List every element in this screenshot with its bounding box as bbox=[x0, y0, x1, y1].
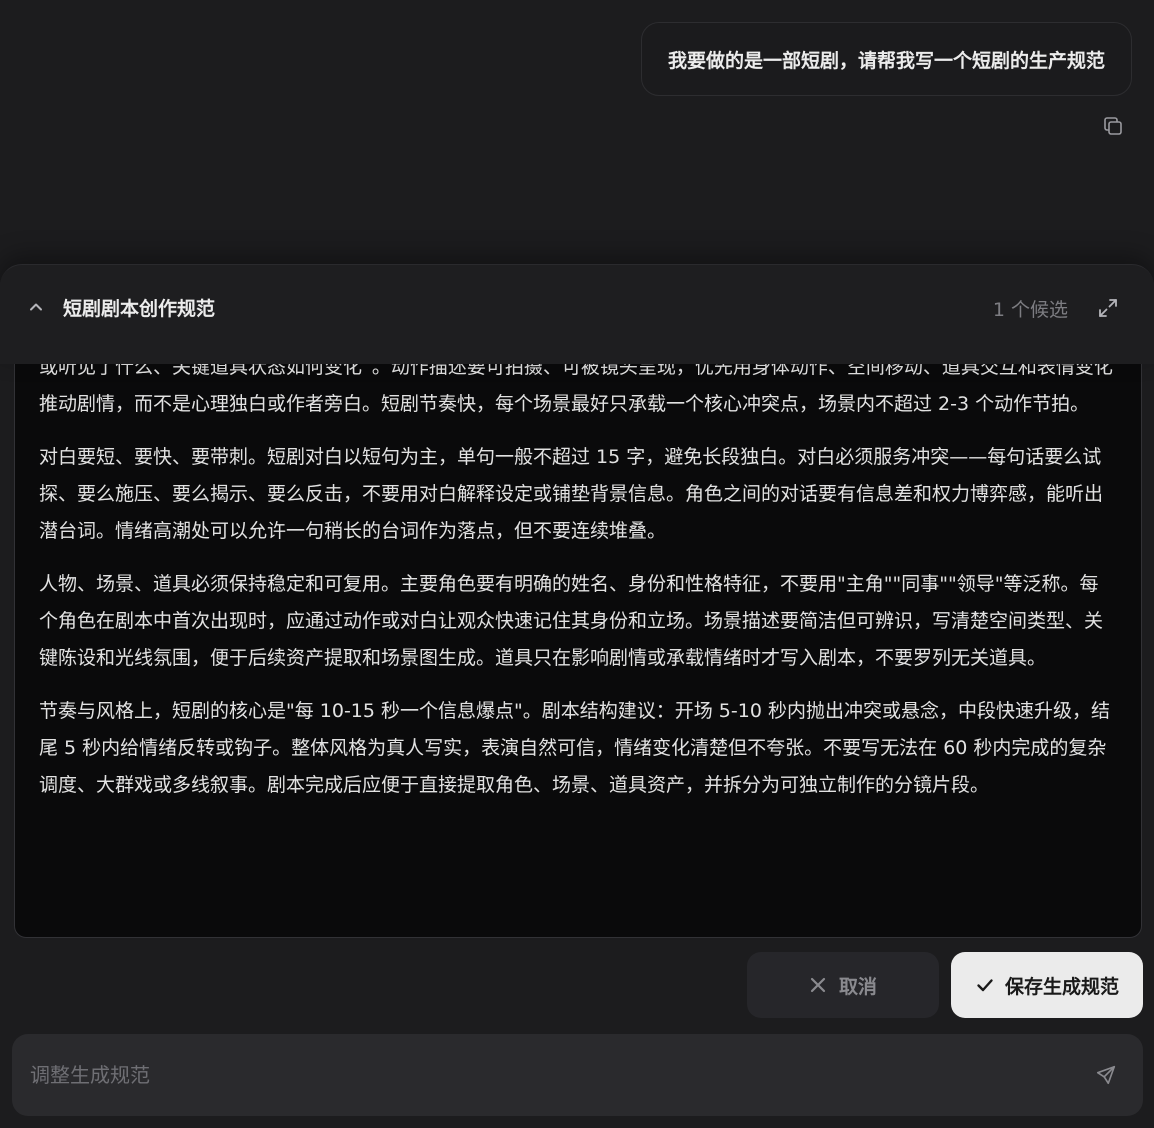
save-label: 保存生成规范 bbox=[1004, 975, 1119, 998]
send-button[interactable] bbox=[1093, 1062, 1119, 1088]
spec-content-text: 或听见了什么、关键道具状态如何变化”。动作描述要可拍摄、可被镜头呈现，优先用身体… bbox=[39, 349, 1117, 820]
user-message-bubble: 我要做的是一部短剧，请帮我写一个短剧的生产规范 bbox=[640, 22, 1132, 96]
chat-window: 我要做的是一部短剧，请帮我写一个短剧的生产规范 短剧剧本创作规范 1 个候选 或… bbox=[0, 0, 1154, 1128]
composer bbox=[12, 1034, 1143, 1116]
spec-panel-header: 短剧剧本创作规范 1 个候选 bbox=[0, 264, 1154, 364]
save-spec-button[interactable]: 保存生成规范 bbox=[951, 952, 1143, 1018]
copy-button[interactable] bbox=[1100, 113, 1126, 139]
copy-icon bbox=[1104, 117, 1122, 135]
cancel-label: 取消 bbox=[838, 975, 877, 998]
spec-paragraph: 人物、场景、道具必须保持稳定和可复用。主要角色要有明确的姓名、身份和性格特征，不… bbox=[39, 573, 1104, 669]
expand-icon bbox=[1099, 299, 1117, 317]
send-icon bbox=[1096, 1065, 1116, 1085]
spec-paragraph: 对白要短、要快、要带刺。短剧对白以短句为主，单句一般不超过 15 字，避免长段独… bbox=[39, 446, 1104, 542]
adjust-spec-input[interactable] bbox=[30, 1034, 1070, 1116]
candidate-count: 1 个候选 bbox=[992, 299, 1068, 321]
cancel-button[interactable]: 取消 bbox=[747, 952, 939, 1018]
chevron-up-icon bbox=[30, 303, 42, 311]
collapse-button[interactable] bbox=[24, 295, 48, 319]
spec-paragraph: 节奏与风格上，短剧的核心是"每 10-15 秒一个信息爆点"。剧本结构建议：开场… bbox=[39, 700, 1110, 796]
close-icon bbox=[810, 977, 826, 993]
spec-content[interactable]: 或听见了什么、关键道具状态如何变化”。动作描述要可拍摄、可被镜头呈现，优先用身体… bbox=[14, 330, 1142, 938]
spec-panel-title: 短剧剧本创作规范 bbox=[63, 298, 216, 320]
user-message-text: 我要做的是一部短剧，请帮我写一个短剧的生产规范 bbox=[667, 49, 1105, 72]
expand-button[interactable] bbox=[1096, 296, 1120, 320]
check-icon bbox=[977, 979, 993, 992]
